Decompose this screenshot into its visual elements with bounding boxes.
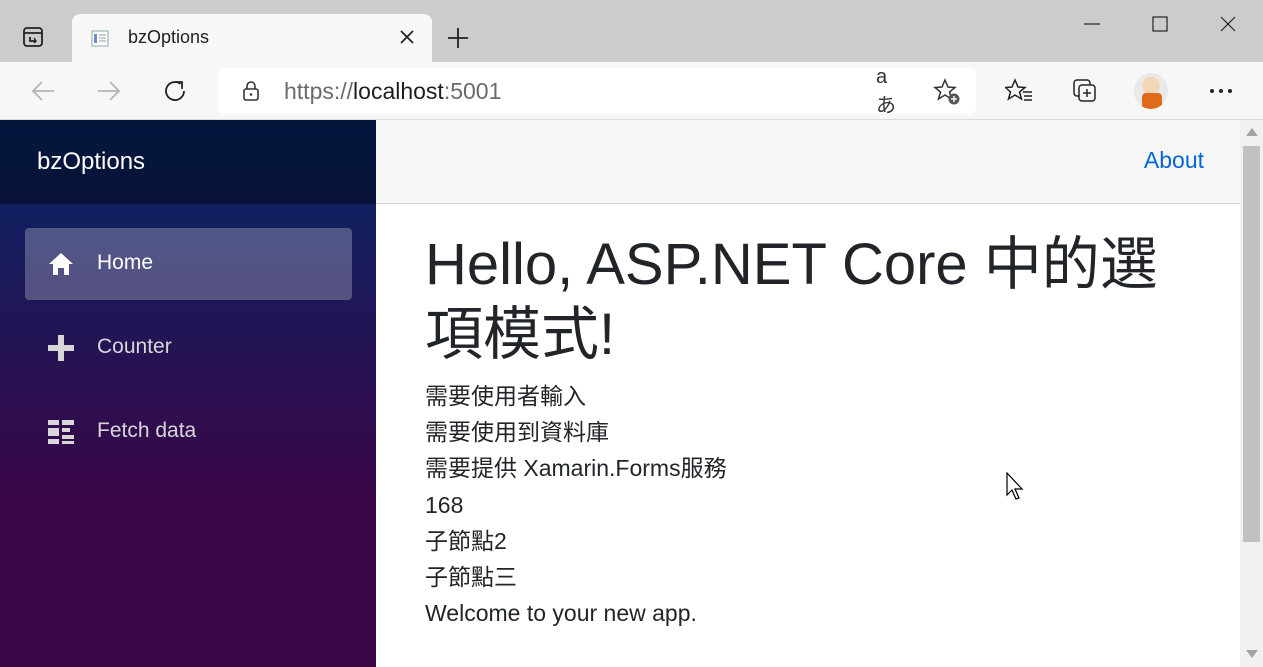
close-icon: [400, 30, 414, 44]
more-button[interactable]: [1204, 74, 1238, 108]
arrow-right-icon: [98, 81, 121, 101]
page-favicon-icon: [91, 30, 109, 47]
web-page: bzOptions Home Counter Fetch data About …: [0, 120, 1263, 667]
avatar: [1134, 73, 1168, 109]
url-host: localhost: [353, 78, 444, 104]
sidebar-item-label: Counter: [97, 335, 172, 358]
favorites-button[interactable]: [1002, 74, 1036, 108]
favorites-icon: [1005, 78, 1032, 101]
window-close-button[interactable]: [1208, 8, 1248, 40]
scroll-up-arrow[interactable]: [1246, 128, 1258, 136]
plus-icon: [47, 334, 75, 362]
content-line: 168: [425, 491, 464, 518]
welcome-text: Welcome to your new app.: [425, 600, 697, 627]
about-link[interactable]: About: [1144, 147, 1204, 174]
refresh-icon: [165, 81, 185, 101]
maximize-button[interactable]: [1140, 8, 1180, 40]
main-content: About Hello, ASP.NET Core 中的選項模式! 需要使用者輸…: [376, 120, 1240, 667]
read-aloud-button[interactable]: aあ: [876, 66, 906, 117]
minimize-button[interactable]: [1072, 8, 1112, 40]
scroll-thumb[interactable]: [1243, 146, 1260, 542]
page-title: Hello, ASP.NET Core 中的選項模式!: [425, 232, 1158, 367]
browser-tab[interactable]: bzOptions: [72, 14, 432, 62]
sidebar-item-label: Fetch data: [97, 419, 197, 442]
top-row: About: [376, 120, 1240, 204]
brand-bar: bzOptions: [0, 120, 376, 204]
home-icon: [47, 250, 75, 278]
sidebar-item-label: Home: [97, 251, 154, 274]
close-icon: [1220, 16, 1236, 32]
more-icon: [1210, 89, 1232, 93]
forward-button[interactable]: [92, 74, 126, 108]
tab-actions-button[interactable]: [16, 22, 50, 52]
sidebar-item-fetch-data[interactable]: Fetch data: [25, 396, 352, 468]
list-icon: [47, 418, 75, 446]
content-line: 子節點三: [425, 564, 517, 591]
star-add-icon: [933, 78, 960, 105]
maximize-icon: [1152, 16, 1168, 32]
content-line: 子節點2: [425, 527, 507, 554]
browser-toolbar: https://localhost:5001 aあ: [0, 62, 1263, 120]
collections-icon: [1073, 79, 1096, 102]
arrow-left-icon: [31, 81, 54, 101]
mouse-cursor-icon: [1006, 472, 1024, 500]
scroll-down-arrow[interactable]: [1246, 650, 1258, 658]
url-scheme: https://: [284, 78, 354, 104]
content-line: 需要使用到資料庫: [425, 419, 609, 446]
back-button[interactable]: [26, 74, 60, 108]
translate-icon: aあ: [876, 66, 896, 117]
minimize-icon: [1084, 23, 1100, 25]
refresh-button[interactable]: [158, 74, 192, 108]
lock-icon[interactable]: [240, 80, 262, 102]
tab-title: bzOptions: [128, 27, 210, 47]
add-favorite-button[interactable]: [932, 78, 962, 106]
sidebar-item-home[interactable]: Home: [25, 228, 352, 300]
profile-button[interactable]: [1134, 73, 1168, 109]
sidebar: bzOptions Home Counter Fetch data: [0, 120, 376, 667]
content-line: 需要提供 Xamarin.Forms服務: [425, 455, 727, 482]
content-line: 需要使用者輸入: [425, 383, 586, 409]
brand-link[interactable]: bzOptions: [37, 148, 145, 176]
sidebar-item-counter[interactable]: Counter: [25, 312, 352, 384]
tab-actions-icon: [23, 27, 43, 47]
plus-icon: [448, 28, 468, 48]
collections-button[interactable]: [1068, 74, 1102, 108]
tab-strip: bzOptions: [0, 0, 1263, 62]
url-port: :5001: [443, 78, 502, 104]
vertical-scrollbar[interactable]: [1240, 120, 1263, 667]
tab-close-button[interactable]: [396, 26, 418, 48]
address-bar[interactable]: https://localhost:5001 aあ: [218, 66, 976, 117]
url-text[interactable]: https://localhost:5001: [284, 78, 501, 105]
article: Hello, ASP.NET Core 中的選項模式! 需要使用者輸入 需要使用…: [425, 230, 1205, 631]
new-tab-button[interactable]: [442, 22, 474, 54]
